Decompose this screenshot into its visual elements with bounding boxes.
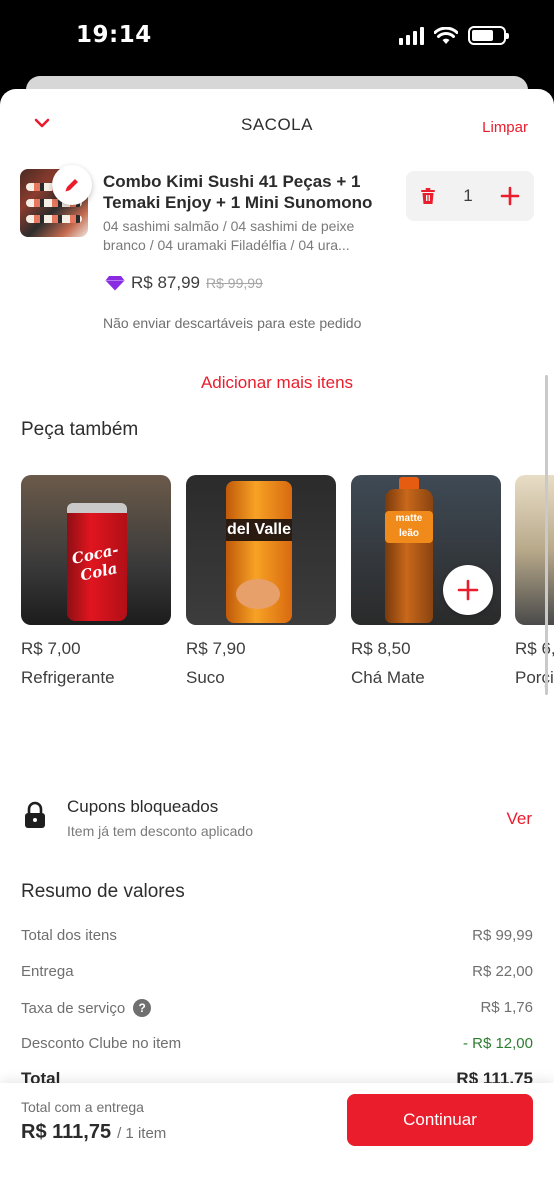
club-diamond-icon <box>105 276 125 291</box>
item-description: 04 sashimi salmão / 04 sashimi de peixe … <box>103 218 355 253</box>
summary-row: Total dos itens R$ 99,99 <box>21 925 533 961</box>
portion-image <box>515 475 554 625</box>
suggestion-card[interactable]: R$ 6, Porçi <box>515 475 554 688</box>
battery-icon <box>468 26 509 45</box>
add-more-items-button[interactable]: Adicionar mais itens <box>0 373 554 393</box>
clear-button[interactable]: Limpar <box>482 119 528 136</box>
coupons-title: Cupons bloqueados <box>67 797 219 816</box>
summary-value: R$ 1,76 <box>480 999 533 1016</box>
summary-row: Entrega R$ 22,00 <box>21 961 533 997</box>
item-name: Combo Kimi Sushi 41 Peças + 1 Temaki Enj… <box>103 172 373 212</box>
footer-label: Total com a entrega <box>21 1099 144 1115</box>
bag-sheet: SACOLA Limpar Combo Kimi Sushi 41 Peças … <box>0 89 554 1200</box>
juice-image: del Valle <box>186 475 336 625</box>
coupons-subtitle: Item já tem desconto aplicado <box>67 823 253 839</box>
suggestion-card[interactable]: Coca-Cola R$ 7,00 Refrigerante <box>21 475 171 688</box>
continue-button[interactable]: Continuar <box>347 1094 533 1146</box>
summary-title: Resumo de valores <box>21 881 185 902</box>
wifi-icon <box>434 26 458 44</box>
suggestion-name: Refrigerante <box>21 668 115 687</box>
item-old-price: R$ 99,99 <box>206 275 263 291</box>
suggestion-name: Chá Mate <box>351 668 425 687</box>
view-coupons-link[interactable]: Ver <box>506 809 532 829</box>
suggestions-title: Peça também <box>21 419 139 440</box>
soda-image: Coca-Cola <box>21 475 171 625</box>
quantity-stepper: 1 <box>406 171 534 221</box>
scrollbar[interactable] <box>545 375 548 695</box>
quantity-value: 1 <box>463 186 473 205</box>
suggestion-name: Suco <box>186 668 225 687</box>
pencil-icon <box>65 179 78 192</box>
price-row: R$ 87,99 R$ 99,99 <box>105 273 263 293</box>
suggestion-price: R$ 7,90 <box>186 639 246 658</box>
discount-value: - R$ 12,00 <box>462 1035 533 1052</box>
footer-total: R$ 111,75 / 1 item <box>21 1121 166 1144</box>
coupons-section: Cupons bloqueados Item já tem desconto a… <box>0 789 554 849</box>
plus-icon[interactable] <box>500 186 520 206</box>
status-bar: 19:14 <box>0 0 554 76</box>
suggestion-card[interactable]: del Valle R$ 7,90 Suco <box>186 475 336 688</box>
page-title: SACOLA <box>241 115 313 134</box>
tea-brand-text: matte leão <box>385 511 433 543</box>
suggestion-price: R$ 7,00 <box>21 639 81 658</box>
signal-icon <box>399 26 424 45</box>
summary-value: R$ 22,00 <box>472 963 533 980</box>
trash-icon[interactable] <box>420 187 436 205</box>
summary-label: Total dos itens <box>21 927 117 944</box>
status-time: 19:14 <box>76 22 152 48</box>
summary-row: Desconto Clube no item - R$ 12,00 <box>21 1033 533 1069</box>
suggestion-price: R$ 6, <box>515 639 554 658</box>
checkout-footer: Total com a entrega R$ 111,75 / 1 item C… <box>0 1083 554 1200</box>
edit-item-button[interactable] <box>52 165 92 205</box>
footer-amount: R$ 111,75 <box>21 1121 112 1143</box>
suggestions-carousel[interactable]: Coca-Cola R$ 7,00 Refrigerante del Valle… <box>21 475 554 695</box>
suggestion-card[interactable]: matte leão R$ 8,50 Chá Mate <box>351 475 501 688</box>
summary-label: Desconto Clube no item <box>21 1035 182 1052</box>
summary-value: R$ 99,99 <box>472 927 533 944</box>
item-price: R$ 87,99 <box>131 273 200 292</box>
help-icon[interactable]: ? <box>133 999 152 1017</box>
status-icons <box>399 26 509 45</box>
summary-label: Taxa de serviço <box>21 999 126 1017</box>
summary-row: Taxa de serviço ? R$ 1,76 <box>21 997 533 1033</box>
disposables-note[interactable]: Não enviar descartáveis para este pedido <box>103 315 361 331</box>
suggestion-price: R$ 8,50 <box>351 639 411 658</box>
juice-brand-text: del Valle <box>226 519 292 541</box>
tea-image: matte leão <box>351 475 501 625</box>
add-suggestion-button[interactable] <box>443 565 493 615</box>
summary-label: Entrega <box>21 963 74 980</box>
summary-list: Total dos itens R$ 99,99 Entrega R$ 22,0… <box>21 925 533 1069</box>
lock-icon <box>25 801 45 828</box>
plus-icon <box>457 579 479 601</box>
suggestion-name: Porçi <box>515 668 554 687</box>
footer-item-count: / 1 item <box>117 1125 167 1142</box>
header: SACOLA Limpar <box>0 89 554 161</box>
